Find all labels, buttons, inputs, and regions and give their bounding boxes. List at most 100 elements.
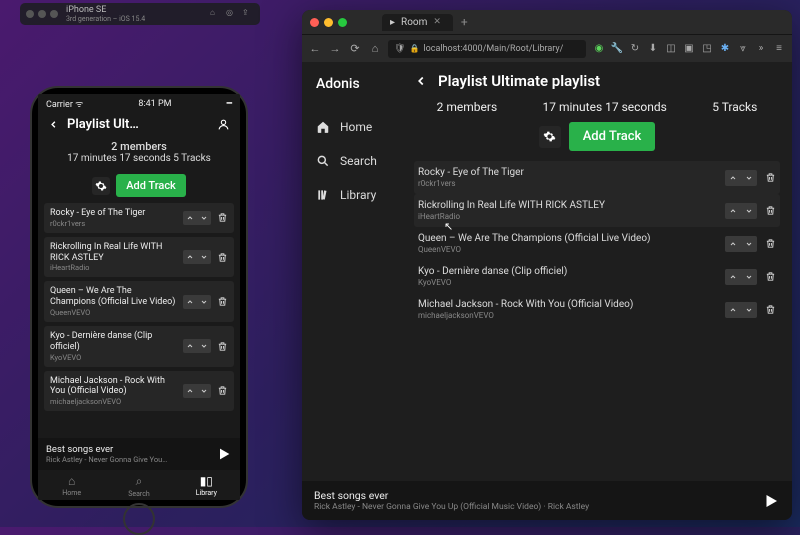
- move-up-button[interactable]: [725, 236, 741, 252]
- move-up-button[interactable]: [725, 170, 741, 186]
- move-down-button[interactable]: [741, 269, 757, 285]
- ext2-icon[interactable]: ◫: [664, 43, 678, 54]
- delete-button[interactable]: [217, 341, 228, 352]
- sim-device-name: iPhone SE: [66, 5, 206, 15]
- move-down-button[interactable]: [741, 203, 757, 219]
- track-row[interactable]: Queen – We Are The Champions (Official L…: [44, 281, 234, 322]
- new-tab-button[interactable]: +: [457, 15, 472, 29]
- sidebar-item-label: Home: [340, 120, 372, 134]
- now-playing-bar[interactable]: Best songs ever Rick Astley - Never Gonn…: [302, 481, 792, 520]
- move-up-button[interactable]: [183, 339, 197, 353]
- delete-button[interactable]: [217, 296, 228, 307]
- move-up-button[interactable]: [725, 269, 741, 285]
- back-icon[interactable]: [414, 74, 428, 88]
- delete-button[interactable]: [765, 304, 776, 315]
- duration-label: 17 minutes 17 seconds 5 Tracks: [38, 153, 240, 164]
- move-up-button[interactable]: [183, 250, 197, 264]
- library-icon: [316, 188, 330, 202]
- move-down-button[interactable]: [741, 170, 757, 186]
- sidebar-item-library[interactable]: Library: [310, 178, 394, 212]
- wrench-icon[interactable]: 🔧: [610, 43, 624, 54]
- move-up-button[interactable]: [725, 203, 741, 219]
- sidebar-item-search[interactable]: Search: [310, 144, 394, 178]
- delete-button[interactable]: [765, 271, 776, 282]
- play-icon[interactable]: [216, 446, 232, 462]
- back-icon[interactable]: [48, 119, 59, 130]
- home-icon[interactable]: ⌂: [210, 8, 222, 20]
- track-row[interactable]: Kyo - Dernière danse (Clip officiel) Kyo…: [414, 260, 780, 293]
- move-up-button[interactable]: [183, 295, 197, 309]
- close-icon[interactable]: [310, 18, 319, 27]
- delete-button[interactable]: [765, 238, 776, 249]
- move-down-button[interactable]: [741, 236, 757, 252]
- move-down-button[interactable]: [197, 211, 211, 225]
- track-title: Kyo - Dernière danse (Clip officiel): [418, 266, 719, 278]
- delete-button[interactable]: [217, 252, 228, 263]
- track-title: Queen – We Are The Champions (Official L…: [418, 233, 719, 245]
- track-row[interactable]: Kyo - Dernière danse (Clip officiel) Kyo…: [44, 326, 234, 367]
- user-icon[interactable]: [217, 118, 230, 131]
- ext3-icon[interactable]: ▣: [682, 43, 696, 54]
- snowflake-icon[interactable]: ✱: [718, 43, 732, 54]
- delete-button[interactable]: [217, 212, 228, 223]
- delete-button[interactable]: [217, 385, 228, 396]
- sync-icon[interactable]: ↻: [628, 43, 642, 54]
- ext4-icon[interactable]: ◳: [700, 43, 714, 54]
- track-row[interactable]: Rickrolling In Real Life WITH RICK ASTLE…: [414, 194, 780, 227]
- delete-button[interactable]: [765, 172, 776, 183]
- track-row[interactable]: Michael Jackson - Rock With You (Officia…: [44, 371, 234, 412]
- traffic-dot: [50, 10, 58, 18]
- home-button[interactable]: [123, 503, 155, 535]
- move-down-button[interactable]: [741, 302, 757, 318]
- screenshot-icon[interactable]: ◎: [226, 8, 238, 20]
- tab-favicon: ▸: [390, 17, 395, 28]
- vpn-icon[interactable]: ⩔: [736, 43, 750, 54]
- track-row[interactable]: Rocky - Eye of The Tiger r0ckr1vers: [414, 161, 780, 194]
- move-up-button[interactable]: [725, 302, 741, 318]
- tab-search[interactable]: ⌕Search: [105, 474, 172, 498]
- track-channel: iHeartRadio: [418, 212, 719, 221]
- settings-button[interactable]: [539, 126, 561, 148]
- track-row[interactable]: Michael Jackson - Rock With You (Officia…: [414, 293, 780, 326]
- ext-icon[interactable]: ◉: [592, 43, 606, 54]
- track-row[interactable]: Rickrolling In Real Life WITH RICK ASTLE…: [44, 237, 234, 278]
- phone-header: Playlist Ult…: [38, 113, 240, 136]
- add-track-button[interactable]: Add Track: [569, 122, 656, 151]
- lock-icon: 🔒: [409, 44, 419, 53]
- maximize-icon[interactable]: [338, 18, 347, 27]
- move-down-button[interactable]: [197, 295, 211, 309]
- move-up-button[interactable]: [183, 384, 197, 398]
- nav-back-icon[interactable]: ←: [308, 42, 322, 55]
- url-bar[interactable]: 🛡 🔒 localhost:4000/Main/Root/Library/: [388, 40, 586, 58]
- chevrons-icon[interactable]: »: [754, 43, 768, 54]
- track-row[interactable]: Rocky - Eye of The Tiger r0ckr1vers: [44, 203, 234, 233]
- reload-icon[interactable]: ⟳: [348, 42, 362, 55]
- home-icon[interactable]: ⌂: [368, 42, 382, 55]
- track-list: Rocky - Eye of The Tiger r0ckr1vers Rick…: [414, 161, 780, 326]
- move-down-button[interactable]: [197, 384, 211, 398]
- share-icon[interactable]: ⇪: [242, 8, 254, 20]
- close-tab-icon[interactable]: ✕: [433, 17, 441, 27]
- tab-library[interactable]: ▮▯Library: [173, 474, 240, 498]
- browser-tab[interactable]: ▸ Room ✕: [382, 14, 453, 31]
- move-up-button[interactable]: [183, 211, 197, 225]
- move-down-button[interactable]: [197, 250, 211, 264]
- settings-button[interactable]: [92, 177, 110, 195]
- reorder-buttons: [183, 250, 211, 264]
- delete-button[interactable]: [765, 205, 776, 216]
- move-down-button[interactable]: [197, 339, 211, 353]
- minimize-icon[interactable]: [324, 18, 333, 27]
- sidebar-item-label: Search: [340, 154, 377, 168]
- tab-home[interactable]: ⌂Home: [38, 474, 105, 498]
- menu-icon[interactable]: ≡: [772, 43, 786, 54]
- nav-forward-icon[interactable]: →: [328, 42, 342, 55]
- search-icon: ⌕: [136, 474, 143, 489]
- sidebar-item-home[interactable]: Home: [310, 110, 394, 144]
- download-icon[interactable]: ⬇: [646, 43, 660, 54]
- reorder-buttons: [183, 295, 211, 309]
- np-title: Best songs ever: [314, 489, 754, 502]
- play-icon[interactable]: [762, 492, 780, 510]
- now-playing-bar[interactable]: Best songs ever Rick Astley - Never Gonn…: [38, 438, 240, 470]
- track-row[interactable]: Queen – We Are The Champions (Official L…: [414, 227, 780, 260]
- add-track-button[interactable]: Add Track: [116, 174, 186, 197]
